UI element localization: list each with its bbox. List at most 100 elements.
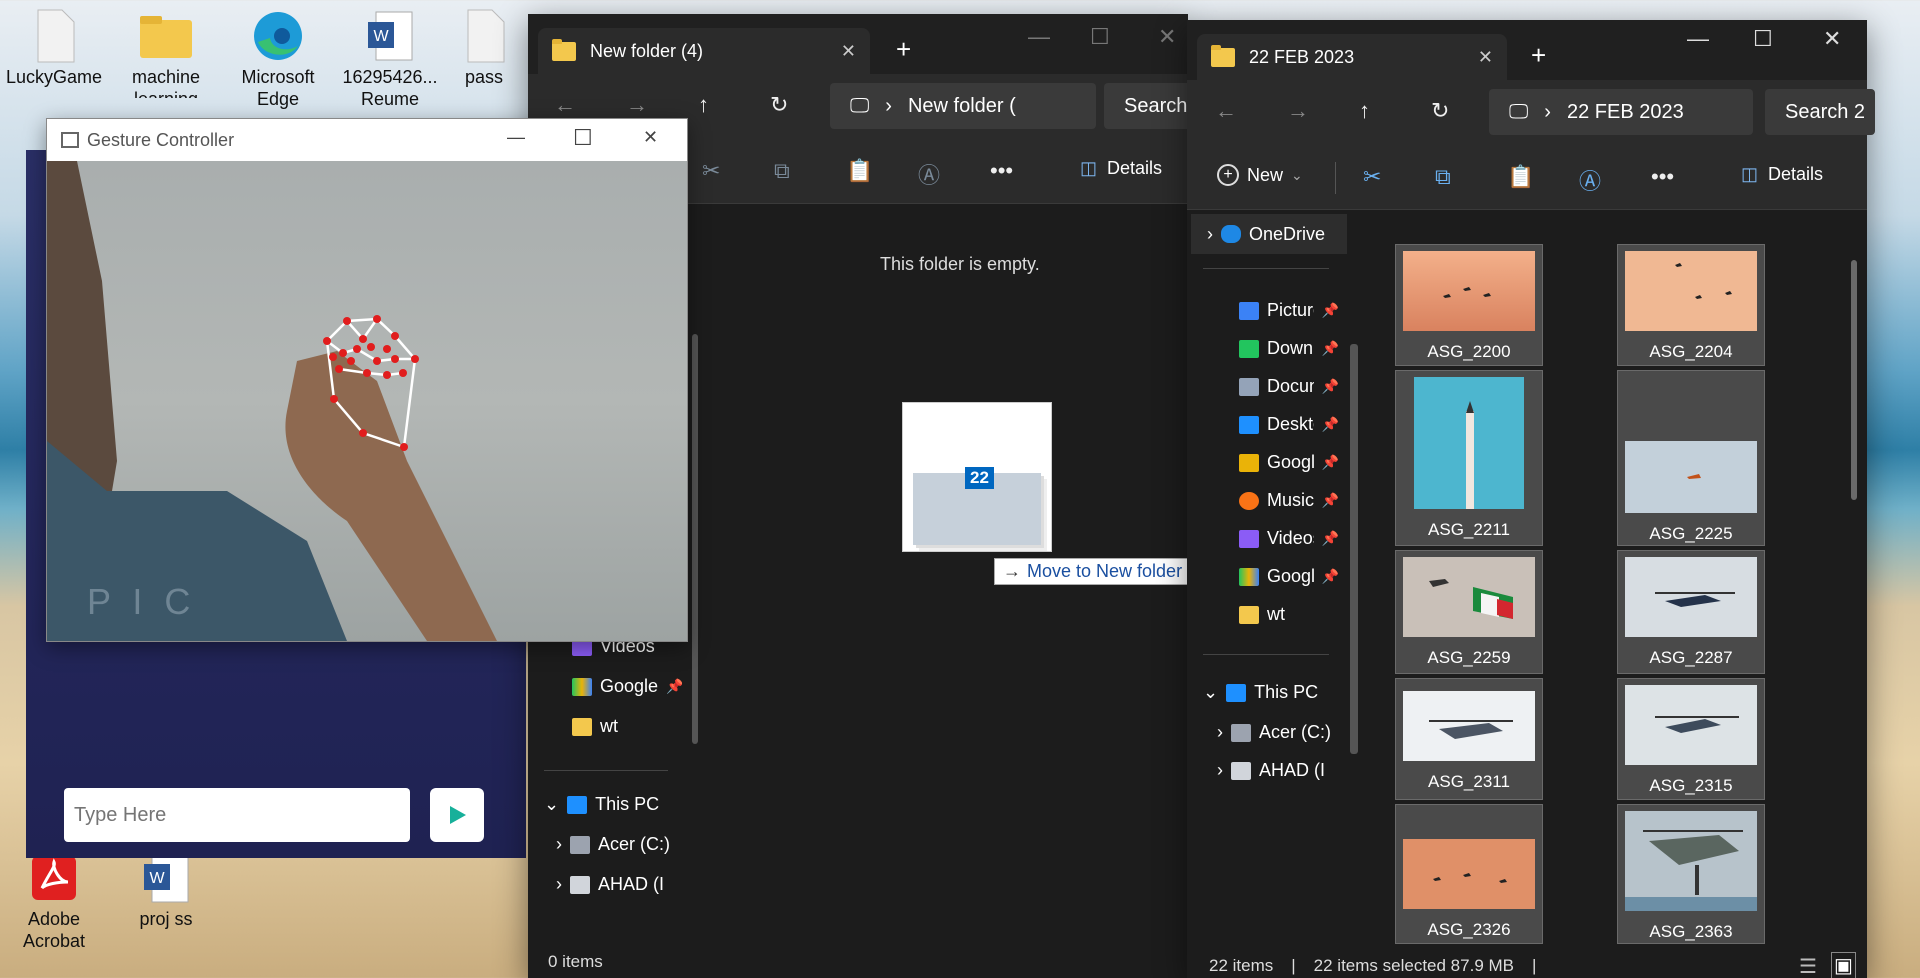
sidebar-scrollbar[interactable] bbox=[692, 334, 698, 744]
sidebar-item-this-pc[interactable]: ⌄ This PC bbox=[544, 794, 684, 815]
file-item[interactable]: ASG_2225 bbox=[1617, 370, 1765, 546]
plus-circle-icon: + bbox=[1217, 164, 1239, 186]
address-bar[interactable]: 🖵 › New folder ( bbox=[830, 83, 1096, 129]
desktop-icon-label: 16295426... Reume bbox=[342, 67, 438, 109]
file-item[interactable]: ASG_2204 bbox=[1617, 244, 1765, 366]
up-icon[interactable]: ↑ bbox=[698, 92, 709, 118]
copy-icon[interactable]: ⧉ bbox=[774, 158, 790, 184]
file-item[interactable]: ASG_2287 bbox=[1617, 550, 1765, 674]
search-text: Search bbox=[1124, 94, 1188, 117]
sidebar-item-drive-c[interactable]: › Acer (C:) bbox=[1217, 722, 1347, 743]
desktop-icon-reume[interactable]: W 16295426... Reume bbox=[342, 8, 438, 118]
file-item[interactable]: ASG_2311 bbox=[1395, 678, 1543, 800]
pin-icon: 📌 bbox=[1321, 530, 1339, 546]
details-view-icon[interactable]: ☰ bbox=[1799, 954, 1817, 978]
forward-icon[interactable]: → bbox=[626, 92, 648, 118]
file-item[interactable]: ASG_2326 bbox=[1395, 804, 1543, 944]
sidebar-item-google[interactable]: Google 📌 bbox=[572, 676, 682, 697]
sidebar-item-drive-ahad[interactable]: › AHAD (I bbox=[556, 874, 686, 895]
maximize-icon[interactable]: ☐ bbox=[573, 125, 593, 151]
sidebar-item-music[interactable]: Music 📌 bbox=[1239, 490, 1339, 511]
desktop-icon-machine-learning[interactable]: machine learning bbox=[118, 8, 214, 98]
close-tab-icon[interactable]: ✕ bbox=[1478, 47, 1493, 68]
new-tab-button[interactable]: + bbox=[896, 34, 911, 65]
minimize-icon[interactable]: — bbox=[1028, 24, 1050, 50]
desktop-icon-edge[interactable]: Microsoft Edge bbox=[230, 8, 326, 118]
paste-icon[interactable]: 📋 bbox=[1507, 164, 1534, 190]
more-icon[interactable]: ••• bbox=[990, 158, 1013, 184]
sidebar-item-wt[interactable]: wt bbox=[572, 716, 682, 737]
paste-icon[interactable]: 📋 bbox=[846, 158, 873, 184]
maximize-icon[interactable]: ☐ bbox=[1753, 26, 1773, 52]
file-item[interactable]: ASG_2259 bbox=[1395, 550, 1543, 674]
content-scrollbar[interactable] bbox=[1851, 260, 1857, 500]
close-icon[interactable]: ✕ bbox=[643, 127, 658, 148]
new-button[interactable]: + New ⌄ bbox=[1217, 164, 1303, 186]
file-item[interactable]: ASG_2211 bbox=[1395, 370, 1543, 546]
drive-icon bbox=[1231, 761, 1251, 780]
pin-icon: 📌 bbox=[1321, 378, 1339, 394]
sidebar-item-drive-c[interactable]: › Acer (C:) bbox=[556, 834, 686, 855]
forward-icon[interactable]: → bbox=[1287, 98, 1309, 124]
desktop-icon-luckygame[interactable]: LuckyGame bbox=[6, 8, 102, 88]
google-file-icon bbox=[1239, 453, 1259, 472]
search-box[interactable]: Search bbox=[1104, 83, 1194, 129]
thumbnail-view-icon[interactable]: ▣ bbox=[1831, 952, 1856, 978]
new-tab-button[interactable]: + bbox=[1531, 40, 1546, 71]
refresh-icon[interactable]: ↻ bbox=[770, 92, 788, 118]
videos-icon bbox=[1239, 529, 1259, 548]
tab-new-folder-4[interactable]: New folder (4) ✕ bbox=[538, 28, 870, 74]
close-icon[interactable]: ✕ bbox=[1823, 26, 1841, 52]
desktop-icon-pass[interactable]: pass bbox=[454, 8, 514, 88]
sidebar-item-desktop[interactable]: Desktop 📌 bbox=[1239, 414, 1339, 435]
chat-input[interactable] bbox=[64, 788, 410, 842]
music-icon bbox=[1239, 491, 1259, 510]
thumbnail bbox=[1625, 685, 1757, 765]
sidebar-item-label: Pictures bbox=[1267, 300, 1314, 320]
sidebar-item-pictures[interactable]: Pictures 📌 bbox=[1239, 300, 1339, 321]
sidebar-item-downloads[interactable]: Downloads 📌 bbox=[1239, 338, 1339, 359]
sidebar-item-drive-ahad[interactable]: › AHAD (I bbox=[1217, 760, 1347, 781]
sidebar-item-wt[interactable]: wt bbox=[1239, 604, 1339, 625]
sidebar-item-google-2[interactable]: Google 📌 bbox=[1239, 566, 1339, 587]
sidebar-item-label: OneDrive bbox=[1249, 223, 1326, 244]
file-item[interactable]: ASG_2315 bbox=[1617, 678, 1765, 800]
send-button[interactable] bbox=[430, 788, 484, 842]
maximize-icon[interactable]: ☐ bbox=[1090, 24, 1110, 50]
file-item[interactable]: ASG_2200 bbox=[1395, 244, 1543, 366]
sidebar-item-documents[interactable]: Documents 📌 bbox=[1239, 376, 1339, 397]
search-box[interactable]: Search 2 bbox=[1765, 89, 1875, 135]
explorer-window-right: 22 FEB 2023 ✕ + — ☐ ✕ ← → ↑ ↻ 🖵 › 22 FEB … bbox=[1187, 20, 1875, 978]
back-icon[interactable]: ← bbox=[554, 92, 576, 118]
copy-icon[interactable]: ⧉ bbox=[1435, 164, 1451, 190]
refresh-icon[interactable]: ↻ bbox=[1431, 98, 1449, 124]
back-icon[interactable]: ← bbox=[1215, 98, 1237, 124]
close-tab-icon[interactable]: ✕ bbox=[841, 41, 856, 62]
close-icon[interactable]: ✕ bbox=[1158, 24, 1176, 50]
rename-icon[interactable]: Ⓐ bbox=[918, 158, 940, 190]
details-button[interactable]: ◫ Details bbox=[1741, 164, 1823, 185]
file-item[interactable]: ASG_2363 bbox=[1617, 804, 1765, 944]
sidebar-scrollbar[interactable] bbox=[1350, 344, 1358, 754]
pictures-icon bbox=[1239, 301, 1259, 320]
desktop-icon-proj-ss[interactable]: W proj ss bbox=[118, 850, 214, 930]
download-icon bbox=[1239, 339, 1259, 358]
details-button[interactable]: ◫ Details bbox=[1080, 158, 1162, 179]
minimize-icon[interactable]: — bbox=[1687, 26, 1709, 52]
tab-22-feb-2023[interactable]: 22 FEB 2023 ✕ bbox=[1197, 34, 1507, 80]
more-icon[interactable]: ••• bbox=[1651, 164, 1674, 190]
sidebar-item-this-pc[interactable]: ⌄ This PC bbox=[1203, 682, 1343, 703]
cut-icon[interactable]: ✂ bbox=[702, 158, 720, 184]
chevron-right-icon: › bbox=[556, 874, 562, 894]
sidebar-item-videos[interactable]: Videos 📌 bbox=[1239, 528, 1339, 549]
cut-icon[interactable]: ✂ bbox=[1363, 164, 1381, 190]
desktop-icon-acrobat[interactable]: Adobe Acrobat bbox=[6, 850, 102, 952]
rename-icon[interactable]: Ⓐ bbox=[1579, 164, 1601, 196]
minimize-icon[interactable]: — bbox=[507, 127, 525, 148]
sidebar-item-google-1[interactable]: Google 📌 bbox=[1239, 452, 1339, 473]
sidebar-item-onedrive[interactable]: › OneDrive bbox=[1191, 214, 1347, 254]
up-icon[interactable]: ↑ bbox=[1359, 98, 1370, 124]
file-name: ASG_2287 bbox=[1649, 648, 1733, 667]
window-title: Gesture Controller bbox=[87, 129, 235, 150]
address-bar[interactable]: 🖵 › 22 FEB 2023 bbox=[1489, 89, 1753, 135]
